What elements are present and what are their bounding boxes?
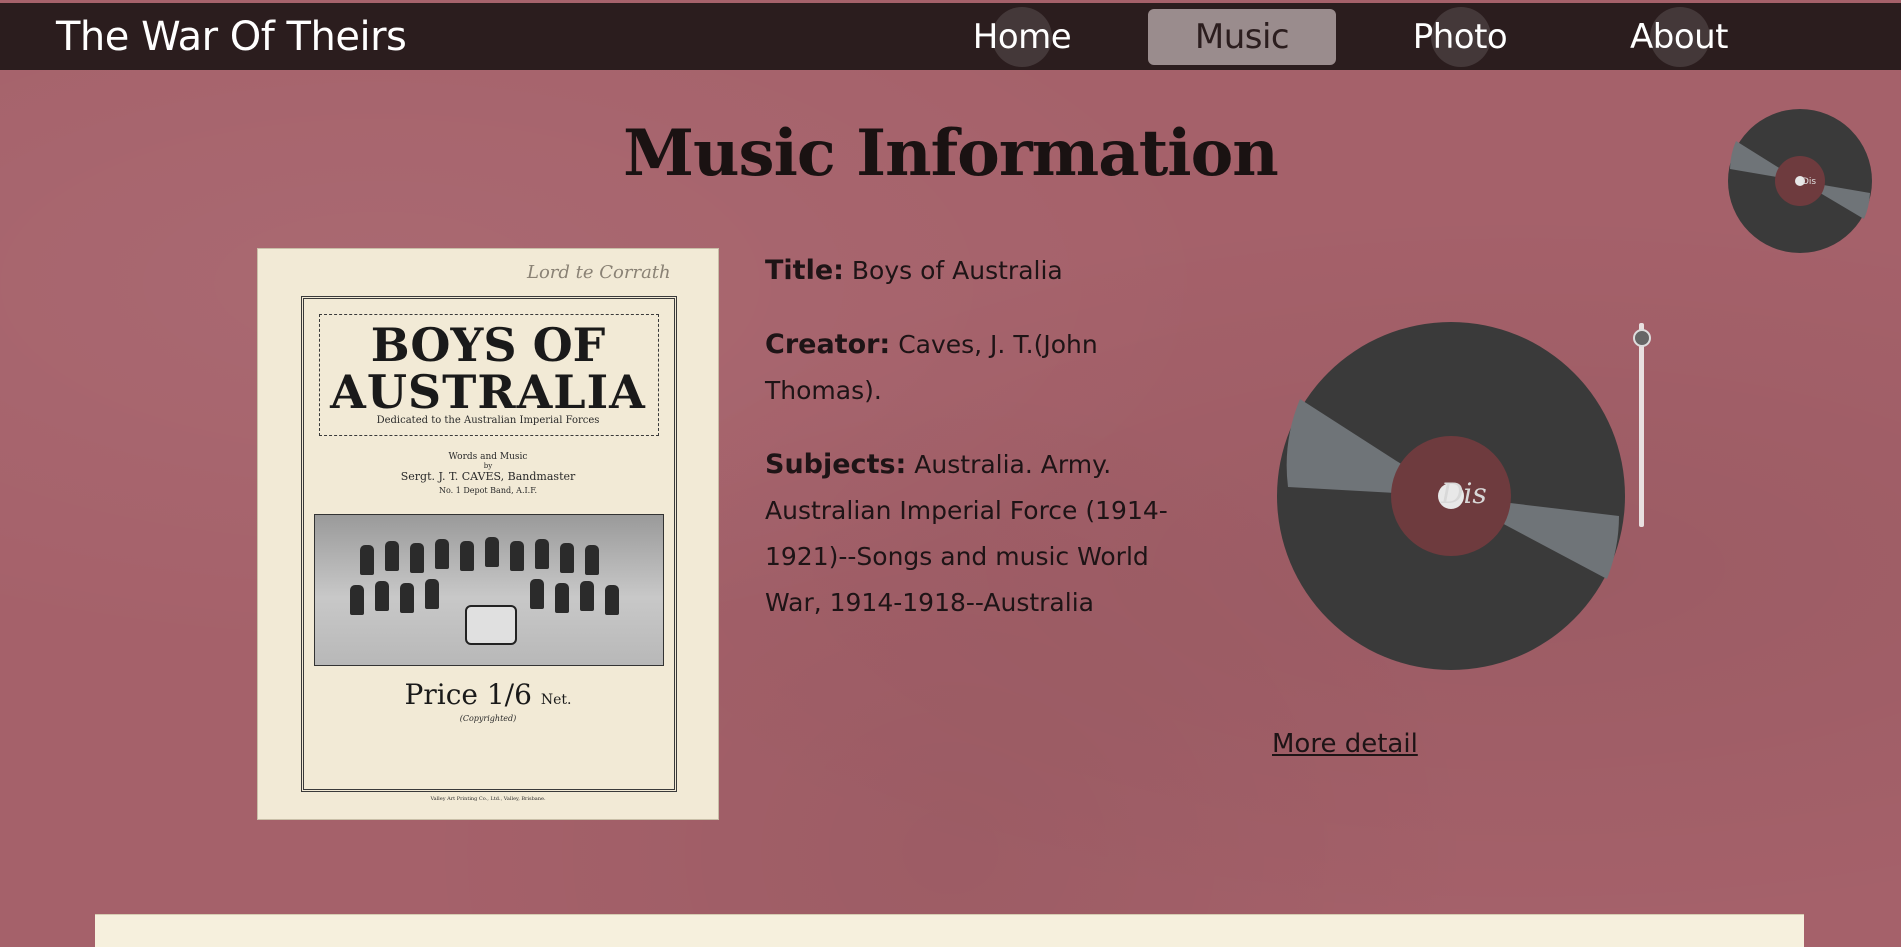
cover-title-line2: AUSTRALIA <box>330 365 646 419</box>
info-subjects-label: Subjects: <box>765 449 907 480</box>
mini-record-label: Dis <box>1802 177 1816 187</box>
cover-price: Price 1/6 Net. <box>257 678 719 711</box>
cover-price-suffix: Net. <box>540 692 572 708</box>
soldier-figure <box>560 543 574 573</box>
volume-slider[interactable] <box>1639 323 1644 527</box>
cover-unit: No. 1 Depot Band, A.I.F. <box>438 486 538 495</box>
soldier-figure <box>360 545 374 575</box>
cover-signature: Lord te Corrath <box>527 262 671 283</box>
soldier-figure <box>435 539 449 569</box>
soldier-figure <box>400 583 414 613</box>
soldier-figure <box>535 539 549 569</box>
bottom-content-panel <box>95 914 1804 947</box>
record-label: Dis <box>1440 477 1487 510</box>
nav-home[interactable]: Home <box>962 9 1082 65</box>
soldier-figure <box>385 541 399 571</box>
soldier-figure <box>555 583 569 613</box>
more-detail-link[interactable]: More detail <box>1272 729 1418 759</box>
nav-music[interactable]: Music <box>1148 9 1336 65</box>
soldier-figure <box>530 579 544 609</box>
page-title: Music Information <box>623 115 1279 191</box>
soldier-figure <box>375 581 389 611</box>
soldier-figure <box>580 581 594 611</box>
soldier-figure <box>460 541 474 571</box>
soldier-figure <box>350 585 364 615</box>
music-info: Title: Boys of Australia Creator: Caves,… <box>765 248 1185 654</box>
nav-about[interactable]: About <box>1618 9 1740 65</box>
band-photo <box>314 514 664 666</box>
info-creator-label: Creator: <box>765 329 891 360</box>
nav-photo[interactable]: Photo <box>1400 9 1520 65</box>
cover-title-line1: BOYS OF <box>370 318 606 372</box>
info-title: Title: Boys of Australia <box>765 248 1185 294</box>
bass-drum <box>465 605 517 645</box>
cover-words-music: Words and Music <box>448 452 528 462</box>
volume-slider-handle[interactable] <box>1633 329 1651 348</box>
vinyl-record-icon[interactable]: Dis <box>1276 321 1626 671</box>
top-navbar: The War Of Theirs Home Music Photo About <box>0 3 1901 70</box>
info-title-value: Boys of Australia <box>851 256 1063 285</box>
info-subjects: Subjects: Australia. Army. Australian Im… <box>765 442 1185 626</box>
info-creator: Creator: Caves, J. T.(John Thomas). <box>765 322 1185 414</box>
cover-price-amount: Price 1/6 <box>404 678 532 711</box>
cover-author: Sergt. J. T. CAVES, Bandmaster <box>400 470 576 483</box>
soldier-figure <box>510 541 524 571</box>
info-title-label: Title: <box>765 255 844 286</box>
soldier-figure <box>585 545 599 575</box>
soldier-figure <box>485 537 499 567</box>
soldier-figure <box>425 579 439 609</box>
site-brand[interactable]: The War Of Theirs <box>56 13 407 61</box>
cover-by: by <box>483 462 493 470</box>
sheet-music-cover: Lord te Corrath BOYS OF AUSTRALIA Dedica… <box>257 248 719 820</box>
mini-record-icon[interactable]: Dis <box>1726 107 1874 255</box>
soldier-figure <box>410 543 424 573</box>
cover-printer: Valley Art Printing Co., Ltd., Valley, B… <box>430 796 546 802</box>
cover-dedication: Dedicated to the Australian Imperial For… <box>376 415 600 426</box>
cover-copyright: (Copyrighted) <box>459 714 517 723</box>
soldier-figure <box>605 585 619 615</box>
